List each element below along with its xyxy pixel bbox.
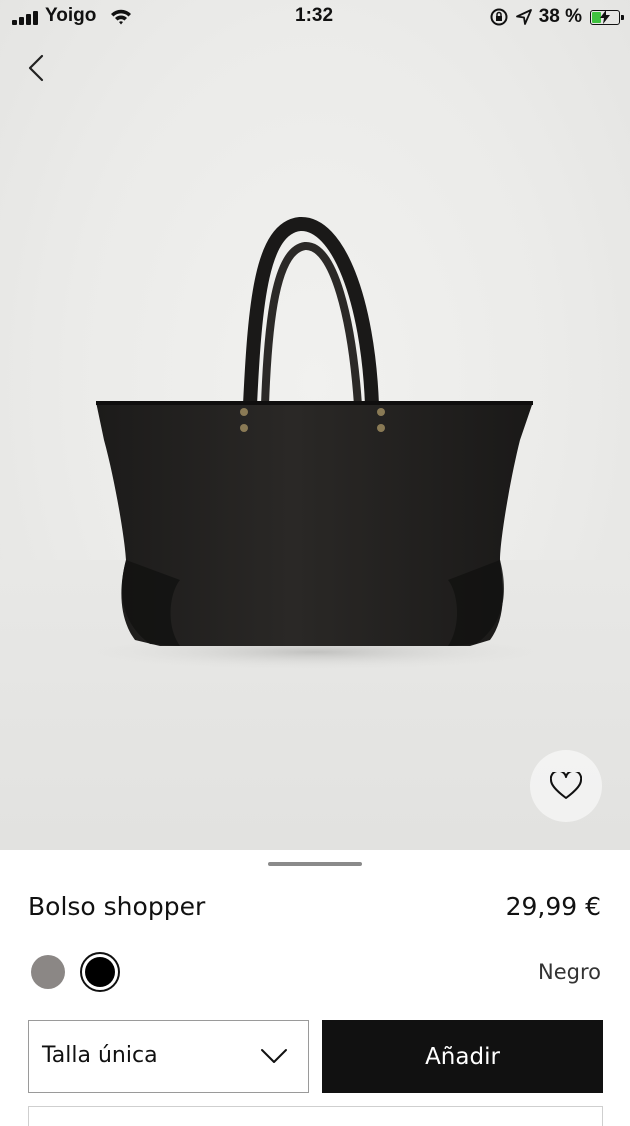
product-image-area: Yoigo 1:32 38 % [0,0,630,850]
chevron-left-icon [28,54,44,82]
charging-bolt-icon [600,9,610,24]
product-price: 29,99 € [505,892,601,921]
carrier-name: Yoigo [45,5,97,26]
favorite-button[interactable] [530,750,602,822]
status-time: 1:32 [295,5,334,26]
location-arrow-icon [515,9,532,25]
product-details-sheet: Bolso shopper 29,99 € Negro Talla única … [0,850,630,1126]
product-image [75,217,555,670]
status-right-group: 38 % [489,5,624,29]
battery-charging-icon [590,9,624,25]
battery-percent: 38 % [538,6,582,27]
back-button[interactable] [20,50,56,86]
chevron-down-icon [261,1049,287,1063]
selected-color-name: Negro [538,960,601,984]
wifi-icon [111,9,131,25]
status-bar: Yoigo 1:32 38 % [0,0,630,36]
product-name: Bolso shopper [28,892,206,921]
sheet-grabber[interactable] [268,862,362,866]
color-swatch-black-selected[interactable] [80,952,120,992]
add-to-cart-button[interactable]: Añadir [322,1020,603,1093]
heart-outline-icon [550,772,582,799]
orientation-lock-icon [490,8,508,26]
next-section-edge [28,1106,603,1126]
color-swatch-grey[interactable] [31,955,65,989]
size-select[interactable]: Talla única [28,1020,309,1093]
signal-icon [12,11,40,25]
size-value: Talla única [42,1043,158,1068]
color-swatch-black-fill [85,957,115,987]
